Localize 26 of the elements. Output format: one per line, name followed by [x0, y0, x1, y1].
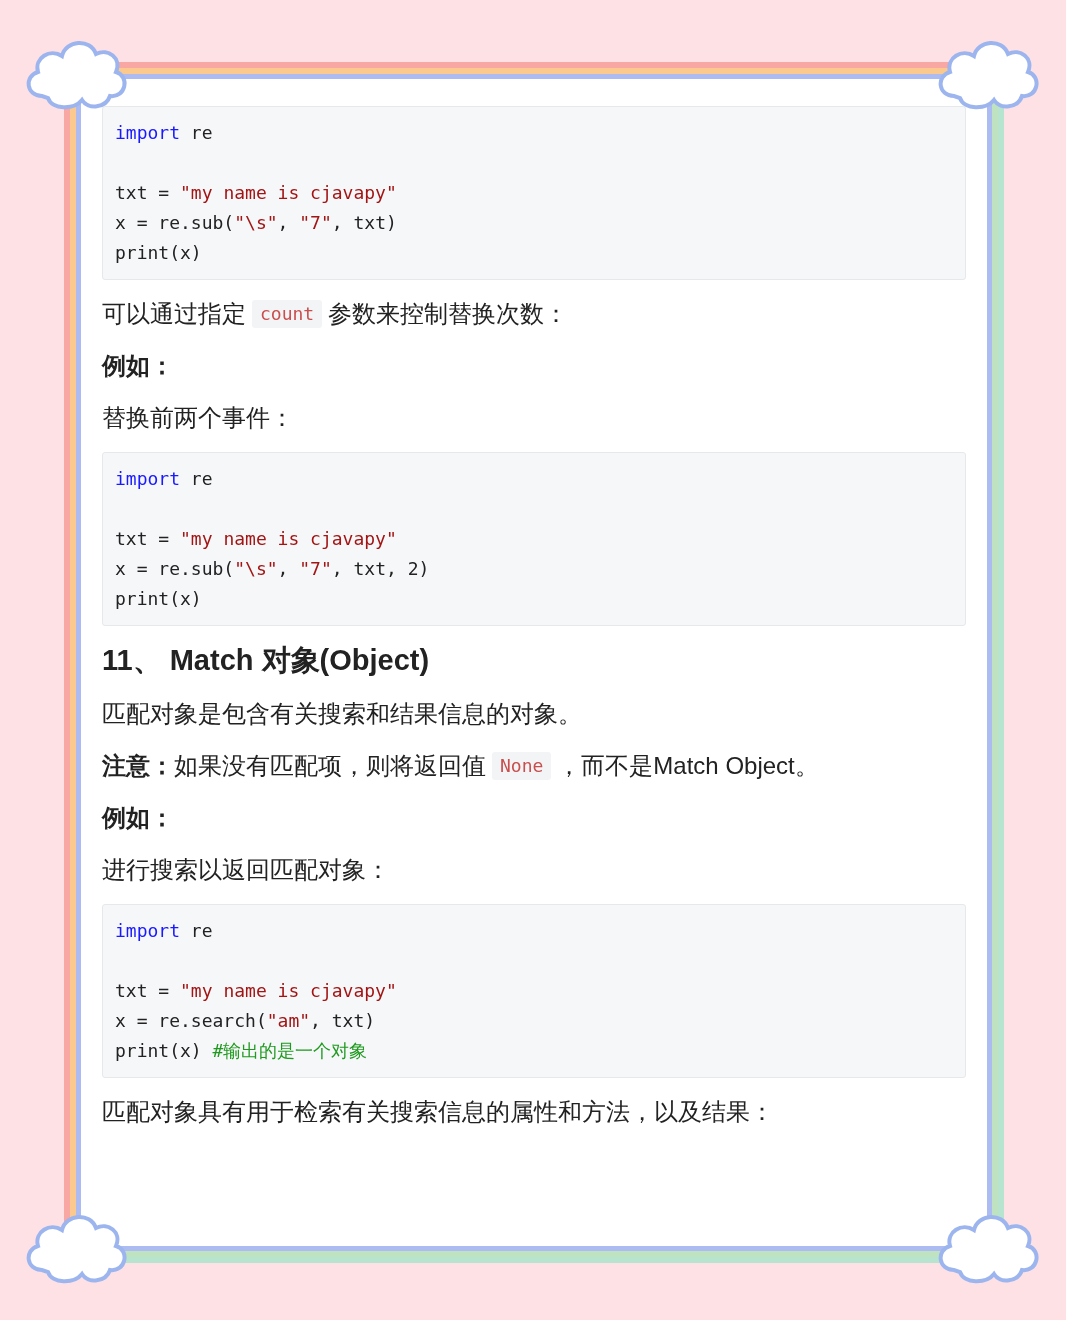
paragraph-text: 替换前两个事件：: [102, 403, 294, 433]
paragraph-text: 参数来控制替换次数：: [328, 299, 569, 329]
code-line: print(x): [115, 588, 202, 609]
code-line: import re: [115, 468, 213, 489]
paragraph-text: 匹配对象是包含有关搜索和结果信息的对象。: [102, 699, 582, 729]
code-line: txt = "my name is cjavapy": [115, 182, 397, 203]
code-line: import re: [115, 920, 213, 941]
bold-label: 注意：: [102, 751, 174, 781]
paragraph-text: ，而不是Match Object。: [557, 751, 819, 781]
code-line: import re: [115, 122, 213, 143]
inline-code: None: [492, 752, 552, 780]
code-line: txt = "my name is cjavapy": [115, 980, 397, 1001]
code-line: print(x) #输出的是一个对象: [115, 1040, 368, 1061]
bold-label: 例如：: [102, 351, 174, 381]
section-heading: 11、 Match 对象(Object): [102, 643, 431, 678]
inline-code: count: [252, 300, 323, 328]
paragraph-text: 匹配对象具有用于检索有关搜索信息的属性和方法，以及结果：: [102, 1097, 774, 1127]
paragraph-text: 如果没有匹配项，则将返回值: [174, 751, 486, 781]
paragraph-text: 进行搜索以返回匹配对象：: [102, 855, 390, 885]
code-line: print(x): [115, 242, 202, 263]
code-line: x = re.sub("\s", "7", txt): [115, 212, 397, 233]
code-line: x = re.search("am", txt): [115, 1010, 376, 1031]
paragraph-text: 可以通过指定: [102, 299, 246, 329]
bold-label: 例如：: [102, 803, 174, 833]
code-line: x = re.sub("\s", "7", txt, 2): [115, 558, 430, 579]
code-line: txt = "my name is cjavapy": [115, 528, 397, 549]
